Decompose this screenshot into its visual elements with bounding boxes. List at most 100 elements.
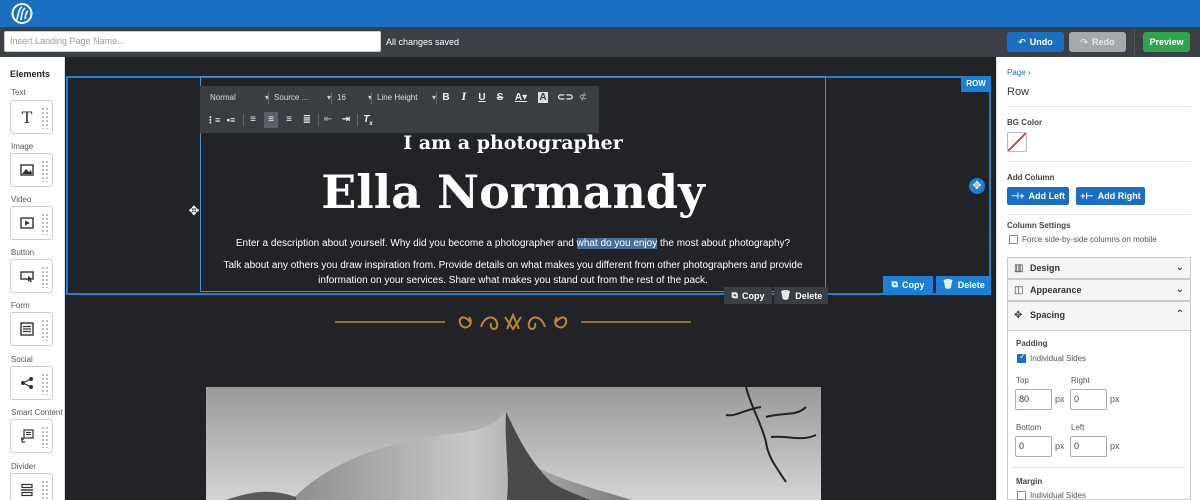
top-label: Top	[1016, 376, 1029, 385]
appearance-label: Appearance	[1030, 285, 1082, 295]
drag-handle[interactable]	[41, 266, 49, 288]
clear-format-icon[interactable]: Tx	[361, 112, 375, 128]
margin-individual-checkbox[interactable]	[1017, 491, 1026, 500]
italic-icon[interactable]: I	[457, 90, 471, 106]
undo-button[interactable]: ↶ Undo	[1007, 32, 1064, 52]
page-canvas[interactable]: ROW Normal Source ... 16 Line Height B I…	[65, 57, 996, 500]
add-column-right-icon: +⊢	[1080, 190, 1094, 201]
description-text: Enter a description about yourself. Why …	[235, 238, 577, 249]
chevron-down-icon: ⌄	[1175, 262, 1184, 273]
drag-handle[interactable]	[41, 319, 49, 341]
align-left-icon[interactable]: ≡	[246, 112, 260, 128]
align-right-icon[interactable]: ≡	[282, 112, 296, 128]
copy-row-button[interactable]: ⧉ Copy	[883, 276, 933, 293]
spacing-section[interactable]: ✥ Spacing ⌃	[1007, 301, 1191, 331]
video-icon	[19, 215, 35, 231]
drag-handle[interactable]	[41, 160, 49, 182]
move-icon[interactable]: ✥	[187, 204, 201, 218]
force-side-by-side-checkbox[interactable]	[1009, 235, 1018, 244]
drag-handle[interactable]	[41, 107, 49, 129]
unit-label: px	[1055, 441, 1065, 451]
app-logo[interactable]	[10, 3, 34, 24]
align-center-icon[interactable]: ≡	[264, 112, 278, 128]
toolbar-separator	[243, 114, 244, 126]
name-heading[interactable]: Ella Normandy	[200, 165, 826, 219]
element-image[interactable]	[10, 153, 53, 187]
redo-button[interactable]: ↷ Redo	[1069, 32, 1126, 52]
move-row-icon[interactable]: ✥	[969, 178, 985, 194]
ornamental-divider[interactable]	[335, 305, 691, 339]
panel-divider	[1007, 161, 1191, 162]
element-smart-content[interactable]	[10, 419, 53, 453]
bg-color-swatch[interactable]	[1007, 132, 1027, 152]
element-video[interactable]	[10, 206, 53, 240]
font-size-select[interactable]: 16	[337, 90, 372, 106]
spacing-label: Spacing	[1030, 310, 1066, 320]
element-form[interactable]	[10, 312, 53, 346]
padding-bottom-input[interactable]: 0	[1015, 436, 1052, 457]
copy-icon: ⧉	[891, 279, 898, 289]
spacing-icon: ✥	[1014, 310, 1023, 321]
bold-icon[interactable]: B	[439, 90, 453, 106]
drag-handle[interactable]	[41, 480, 49, 500]
add-column-label: Add Column	[1007, 173, 1055, 182]
toolbar-separator	[331, 92, 332, 104]
bg-color-label: BG Color	[1007, 118, 1043, 127]
add-left-button[interactable]: ⊣+ Add Left	[1007, 187, 1069, 205]
element-divider[interactable]	[10, 473, 53, 500]
padding-individual-checkbox[interactable]	[1017, 352, 1026, 363]
breadcrumb[interactable]: Page ›	[1007, 68, 1031, 77]
photo-image[interactable]	[206, 387, 821, 500]
divider-icon	[19, 482, 35, 498]
align-justify-icon[interactable]: ≣	[300, 112, 314, 128]
indent-icon[interactable]: ⇥	[339, 112, 353, 128]
element-social[interactable]	[10, 366, 53, 400]
row-tag: ROW	[961, 76, 991, 92]
description-line-1[interactable]: Enter a description about yourself. Why …	[200, 238, 826, 249]
padding-left-input[interactable]: 0	[1070, 436, 1107, 457]
drag-handle[interactable]	[41, 373, 49, 395]
drag-handle[interactable]	[41, 426, 49, 448]
toolbar-separator	[268, 92, 269, 104]
column-settings-label: Column Settings	[1007, 221, 1071, 230]
elements-title: Elements	[10, 69, 51, 79]
copy-column-button[interactable]: ⧉ Copy	[724, 287, 772, 304]
padding-right-input[interactable]: 0	[1070, 389, 1107, 410]
ordered-list-icon[interactable]: ⋮≡	[206, 112, 220, 128]
smart-content-icon	[19, 428, 35, 444]
subtitle-heading[interactable]: I am a photographer	[200, 132, 826, 154]
toolbar-separator	[318, 114, 319, 126]
delete-row-button[interactable]: 🗑 Delete	[936, 276, 991, 293]
element-text[interactable]: T	[10, 100, 53, 134]
appearance-section[interactable]: ◫ Appearance ⌄	[1007, 279, 1191, 301]
unlink-icon[interactable]: ⊄	[576, 90, 590, 106]
chevron-up-icon: ⌃	[1175, 309, 1184, 320]
font-select[interactable]: Source ...	[274, 90, 331, 106]
design-section[interactable]: ▥ Design ⌄	[1007, 257, 1191, 279]
text-color-icon[interactable]: A▾	[512, 90, 530, 106]
underline-icon[interactable]: U	[475, 90, 489, 106]
outdent-icon[interactable]: ⇤	[321, 112, 335, 128]
drag-handle[interactable]	[41, 213, 49, 235]
copy-label: Copy	[741, 290, 765, 301]
page-name-input[interactable]: Insert Landing Page Name...	[4, 31, 381, 52]
format-select[interactable]: Normal	[210, 90, 269, 106]
highlight-color-icon[interactable]: A	[534, 90, 552, 106]
description-paragraph[interactable]: Talk about any others you draw inspirati…	[200, 258, 826, 288]
selected-text[interactable]: what do you enjoy	[576, 238, 658, 249]
element-button[interactable]	[10, 259, 53, 293]
preview-button[interactable]: Preview	[1143, 32, 1190, 52]
design-label: Design	[1030, 263, 1061, 273]
padding-top-input[interactable]: 80	[1015, 389, 1052, 410]
link-icon[interactable]: ⊂⊃	[557, 90, 574, 106]
strikethrough-icon[interactable]: S	[493, 90, 507, 106]
delete-column-button[interactable]: 🗑 Delete	[774, 287, 828, 304]
copy-label: Copy	[901, 279, 925, 290]
add-right-label: Add Right	[1097, 191, 1141, 201]
bottom-label: Bottom	[1016, 423, 1042, 432]
line-height-select[interactable]: Line Height	[377, 90, 436, 106]
add-right-button[interactable]: +⊢ Add Right	[1076, 187, 1145, 205]
appearance-icon: ◫	[1014, 285, 1024, 296]
element-label-form: Form	[11, 301, 30, 310]
bullet-list-icon[interactable]: •≡	[224, 112, 238, 128]
